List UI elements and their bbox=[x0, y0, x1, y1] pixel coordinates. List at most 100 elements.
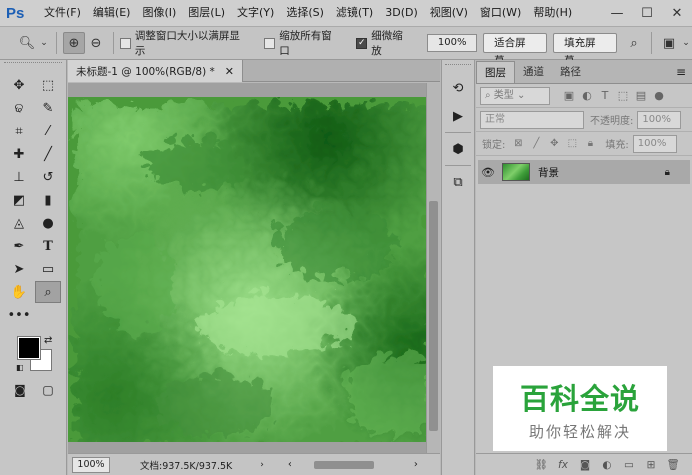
zoom-all-checkbox[interactable] bbox=[264, 37, 276, 49]
move-tool-icon[interactable]: ✥ bbox=[6, 74, 32, 96]
menu-file[interactable]: 文件(F) bbox=[38, 0, 87, 26]
hand-tool-icon[interactable]: ✋ bbox=[6, 281, 32, 303]
image-filter-icon[interactable]: ▣ bbox=[560, 89, 578, 102]
history-brush-tool-icon[interactable]: ↺ bbox=[35, 166, 61, 188]
smart-object-filter-icon[interactable]: ▤ bbox=[632, 89, 650, 102]
chevron-right-icon[interactable]: › bbox=[260, 460, 264, 470]
menu-filter[interactable]: 滤镜(T) bbox=[330, 0, 379, 26]
zoom-in-icon[interactable]: ⊕ bbox=[62, 32, 85, 54]
more-tools-icon[interactable]: ••• bbox=[6, 304, 32, 326]
quick-mask-icon[interactable]: ◙ bbox=[10, 382, 30, 398]
status-zoom-field[interactable]: 100% bbox=[72, 456, 110, 473]
link-layers-icon[interactable]: ⛓ bbox=[530, 458, 552, 471]
panel-grip[interactable] bbox=[4, 62, 62, 70]
filter-toggle-icon[interactable]: ● bbox=[650, 89, 668, 102]
menu-window[interactable]: 窗口(W) bbox=[474, 0, 527, 26]
adjustment-filter-icon[interactable]: ◐ bbox=[578, 89, 596, 102]
zoom-tool-icon[interactable]: ⌕ bbox=[35, 281, 61, 303]
eyedropper-tool-icon[interactable]: ⁄ bbox=[35, 120, 61, 142]
zoom-tool-preset-icon[interactable]: 🔍︎ bbox=[16, 32, 38, 54]
eraser-tool-icon[interactable]: ◩ bbox=[6, 189, 32, 211]
actions-panel-icon[interactable]: ▶ bbox=[445, 104, 471, 128]
zoom-out-icon[interactable]: ⊖ bbox=[85, 32, 107, 54]
menu-help[interactable]: 帮助(H) bbox=[527, 0, 578, 26]
history-panel-icon[interactable]: ⟲ bbox=[445, 76, 471, 100]
type-filter-icon[interactable]: T bbox=[596, 89, 614, 102]
eye-icon[interactable]: 👁︎ bbox=[478, 166, 498, 179]
document-tab[interactable]: 未标题-1 @ 100%(RGB/8) * ✕ bbox=[68, 60, 244, 82]
new-group-icon[interactable]: ▭ bbox=[618, 459, 640, 471]
zoom-all-option[interactable]: 缩放所有窗口 bbox=[264, 28, 342, 58]
type-tool-icon[interactable]: T bbox=[35, 235, 61, 257]
new-layer-icon[interactable]: ⊞ bbox=[640, 459, 662, 471]
scrubby-zoom-option[interactable]: ✓ 细微缩放 bbox=[356, 28, 413, 58]
panel-grip[interactable] bbox=[445, 64, 471, 72]
maximize-icon[interactable]: ☐ bbox=[632, 0, 662, 26]
new-adjustment-icon[interactable]: ◐ bbox=[596, 459, 618, 471]
fit-screen-button[interactable]: 适合屏幕 bbox=[483, 33, 548, 67]
menu-select[interactable]: 选择(S) bbox=[280, 0, 330, 26]
pen-tool-icon[interactable]: ✒ bbox=[6, 235, 32, 257]
lock-artboard-icon[interactable]: ⬚ bbox=[563, 138, 581, 149]
tab-paths[interactable]: 路径 bbox=[552, 61, 589, 83]
horizontal-scroll-thumb[interactable] bbox=[313, 460, 374, 469]
layer-style-icon[interactable]: fx bbox=[552, 459, 574, 471]
delete-layer-icon[interactable]: 🗑︎ bbox=[662, 458, 684, 471]
menu-edit[interactable]: 编辑(E) bbox=[87, 0, 137, 26]
clone-stamp-tool-icon[interactable]: ⊥ bbox=[6, 166, 32, 188]
close-icon[interactable]: ✕ bbox=[662, 0, 692, 26]
panel-menu-icon[interactable]: ≡ bbox=[676, 65, 686, 79]
chevron-down-icon[interactable]: ⌄ bbox=[38, 32, 50, 54]
lock-all-icon[interactable]: 🔒︎ bbox=[581, 138, 599, 149]
chevron-down-icon[interactable]: ⌄ bbox=[680, 32, 692, 54]
marquee-tool-icon[interactable]: ⬚ bbox=[35, 74, 61, 96]
scrubby-zoom-checkbox[interactable]: ✓ bbox=[356, 37, 368, 49]
workspace-icon[interactable]: ▣ bbox=[658, 32, 680, 54]
menu-layer[interactable]: 图层(L) bbox=[182, 0, 231, 26]
layer-row[interactable]: 👁︎ 背景 🔒︎ bbox=[478, 160, 690, 184]
tab-layers[interactable]: 图层 bbox=[476, 61, 515, 83]
minimize-icon[interactable]: — bbox=[602, 0, 632, 26]
menu-type[interactable]: 文字(Y) bbox=[231, 0, 280, 26]
properties-panel-icon[interactable]: ⧉ bbox=[445, 170, 471, 194]
healing-brush-tool-icon[interactable]: ✚ bbox=[6, 143, 32, 165]
vertical-scroll-thumb[interactable] bbox=[429, 201, 438, 431]
menu-view[interactable]: 视图(V) bbox=[424, 0, 474, 26]
zoom-percent-field[interactable]: 100% bbox=[427, 34, 478, 52]
foreground-color-swatch[interactable] bbox=[17, 336, 41, 360]
close-icon[interactable]: ✕ bbox=[225, 65, 234, 78]
menu-3d[interactable]: 3D(D) bbox=[379, 0, 424, 26]
layer-kind-filter[interactable]: ⌕ 类型 ⌄ bbox=[480, 86, 550, 105]
fill-screen-button[interactable]: 填充屏幕 bbox=[553, 33, 618, 67]
scroll-left-icon[interactable]: ‹ bbox=[288, 459, 292, 470]
fill-field[interactable]: 100% bbox=[632, 134, 677, 153]
gradient-tool-icon[interactable]: ▮ bbox=[35, 189, 61, 211]
canvas-image[interactable] bbox=[68, 97, 426, 442]
lock-position-icon[interactable]: ✥ bbox=[545, 138, 563, 149]
blur-tool-icon[interactable]: ◬ bbox=[6, 212, 32, 234]
menu-image[interactable]: 图像(I) bbox=[136, 0, 182, 26]
dodge-tool-icon[interactable]: ● bbox=[35, 212, 61, 234]
crop-tool-icon[interactable]: ⌗ bbox=[6, 120, 32, 142]
resize-windows-option[interactable]: 调整窗口大小以满屏显示 bbox=[119, 28, 250, 58]
lasso-tool-icon[interactable]: ଢ bbox=[6, 97, 32, 119]
lock-transparency-icon[interactable]: ⊠ bbox=[509, 138, 527, 149]
tab-channels[interactable]: 通道 bbox=[515, 61, 552, 83]
scroll-right-icon[interactable]: › bbox=[414, 459, 418, 470]
brush-tool-icon[interactable]: ╱ bbox=[35, 143, 61, 165]
add-mask-icon[interactable]: ◙ bbox=[574, 459, 596, 471]
quick-select-tool-icon[interactable]: ✎ bbox=[35, 97, 61, 119]
3d-panel-icon[interactable]: ⬢ bbox=[445, 137, 471, 161]
resize-windows-checkbox[interactable] bbox=[119, 37, 131, 49]
search-icon[interactable]: ⌕ bbox=[623, 32, 645, 54]
default-colors-icon[interactable]: ◧ bbox=[16, 363, 24, 372]
blend-mode-select[interactable]: 正常 bbox=[480, 110, 584, 129]
lock-pixels-icon[interactable]: ╱ bbox=[527, 138, 545, 149]
path-select-tool-icon[interactable]: ➤ bbox=[6, 258, 32, 280]
screen-mode-icon[interactable]: ▢ bbox=[38, 382, 58, 398]
rectangle-tool-icon[interactable]: ▭ bbox=[35, 258, 61, 280]
vertical-scrollbar[interactable] bbox=[426, 83, 440, 453]
shape-filter-icon[interactable]: ⬚ bbox=[614, 89, 632, 102]
opacity-field[interactable]: 100% bbox=[637, 110, 682, 129]
swap-colors-icon[interactable]: ⇄ bbox=[44, 335, 52, 346]
